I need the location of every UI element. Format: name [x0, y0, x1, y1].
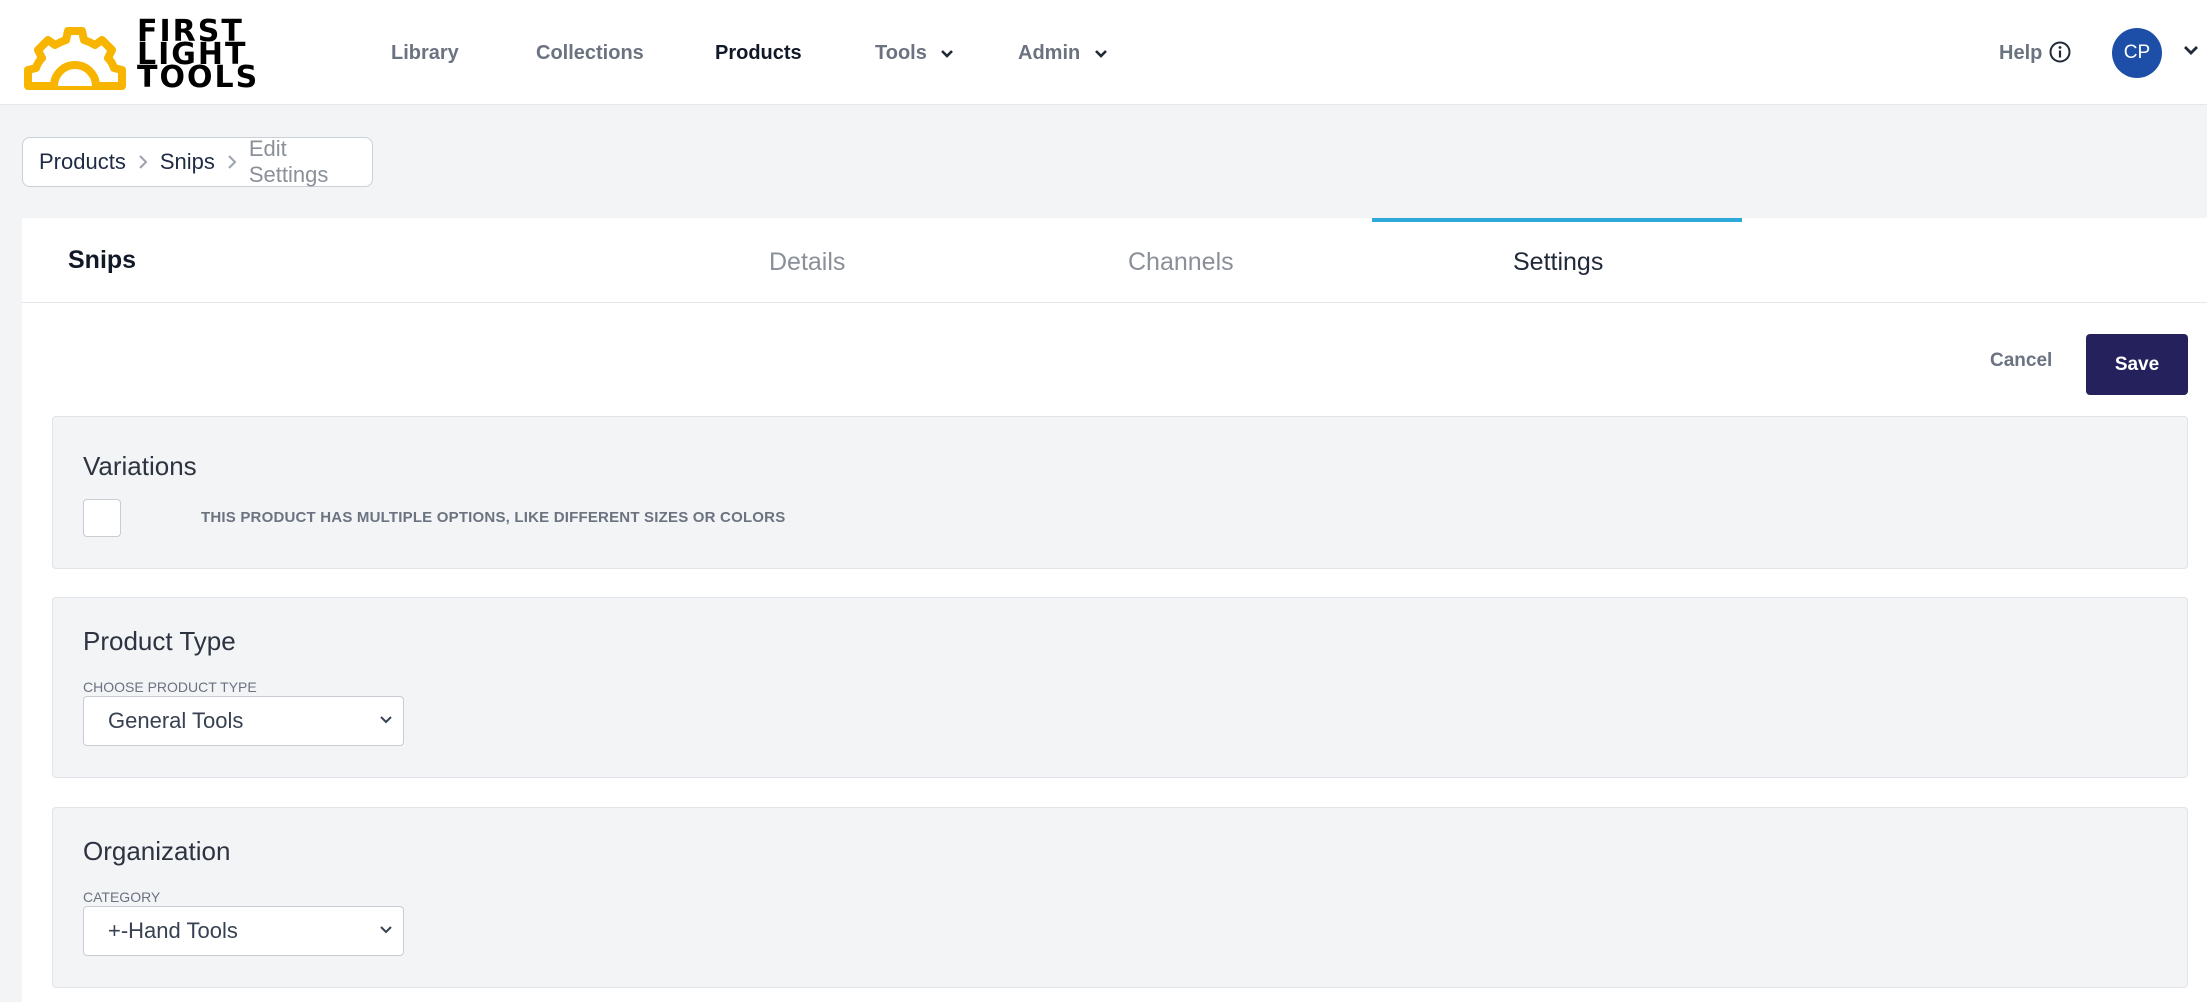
nav-library[interactable]: Library [391, 40, 459, 66]
breadcrumb-products[interactable]: Products [39, 149, 126, 175]
active-tab-indicator [1372, 218, 1742, 222]
variations-panel: Variations THIS PRODUCT HAS MULTIPLE OPT… [52, 416, 2188, 569]
chevron-down-icon [380, 716, 392, 724]
product-type-label: CHOOSE PRODUCT TYPE [83, 679, 257, 695]
product-type-select[interactable]: General Tools [83, 696, 404, 746]
variations-title: Variations [83, 451, 197, 481]
logo-wordmark: FIRST LIGHT TOOLS [137, 14, 260, 95]
breadcrumb: Products Snips Edit Settings [22, 136, 373, 187]
save-button[interactable]: Save [2086, 334, 2188, 395]
organization-title: Organization [83, 836, 231, 866]
product-type-title: Product Type [83, 626, 236, 656]
user-avatar[interactable]: CP [2112, 28, 2162, 78]
help-link[interactable]: Help [1999, 40, 2042, 66]
breadcrumb-snips[interactable]: Snips [160, 149, 215, 175]
chevron-down-icon [1094, 49, 1107, 58]
nav-collections[interactable]: Collections [536, 40, 644, 66]
nav-products[interactable]: Products [715, 40, 802, 66]
chevron-down-icon [941, 49, 954, 58]
tab-channels[interactable]: Channels [1128, 248, 1234, 277]
nav-admin[interactable]: Admin [1018, 40, 1108, 66]
nav-tools[interactable]: Tools [875, 40, 954, 66]
chevron-down-icon [380, 926, 392, 934]
page-title: Snips [68, 246, 137, 274]
tab-settings[interactable]: Settings [1513, 248, 1603, 277]
category-value: +-Hand Tools [108, 918, 238, 943]
first-light-tools-logo[interactable]: FIRST LIGHT TOOLS [22, 14, 272, 95]
organization-panel: Organization CATEGORY +-Hand Tools [52, 807, 2188, 988]
nav-admin-label: Admin [1018, 42, 1081, 64]
category-select[interactable]: +-Hand Tools [83, 906, 404, 956]
chevron-right-icon [227, 155, 237, 169]
breadcrumb-edit-settings: Edit Settings [248, 136, 329, 187]
nav-tools-label: Tools [875, 42, 927, 64]
top-header: FIRST LIGHT TOOLS Library Collections Pr… [0, 0, 2207, 105]
product-type-panel: Product Type CHOOSE PRODUCT TYPE General… [52, 597, 2188, 778]
settings-content: Cancel Save Variations THIS PRODUCT HAS … [22, 303, 2207, 1002]
chevron-right-icon [138, 155, 148, 169]
product-tabbar: Snips Details Channels Settings [22, 218, 2207, 303]
variations-checkbox[interactable] [83, 499, 121, 537]
gear-logo-icon [24, 27, 126, 90]
cancel-button[interactable]: Cancel [1990, 350, 2052, 372]
tab-details[interactable]: Details [769, 248, 845, 277]
variations-checkbox-label: THIS PRODUCT HAS MULTIPLE OPTIONS, LIKE … [201, 509, 786, 526]
info-icon[interactable] [2048, 40, 2072, 64]
category-label: CATEGORY [83, 889, 161, 905]
product-type-value: General Tools [108, 708, 244, 733]
user-menu-chevron-icon[interactable] [2183, 45, 2199, 57]
